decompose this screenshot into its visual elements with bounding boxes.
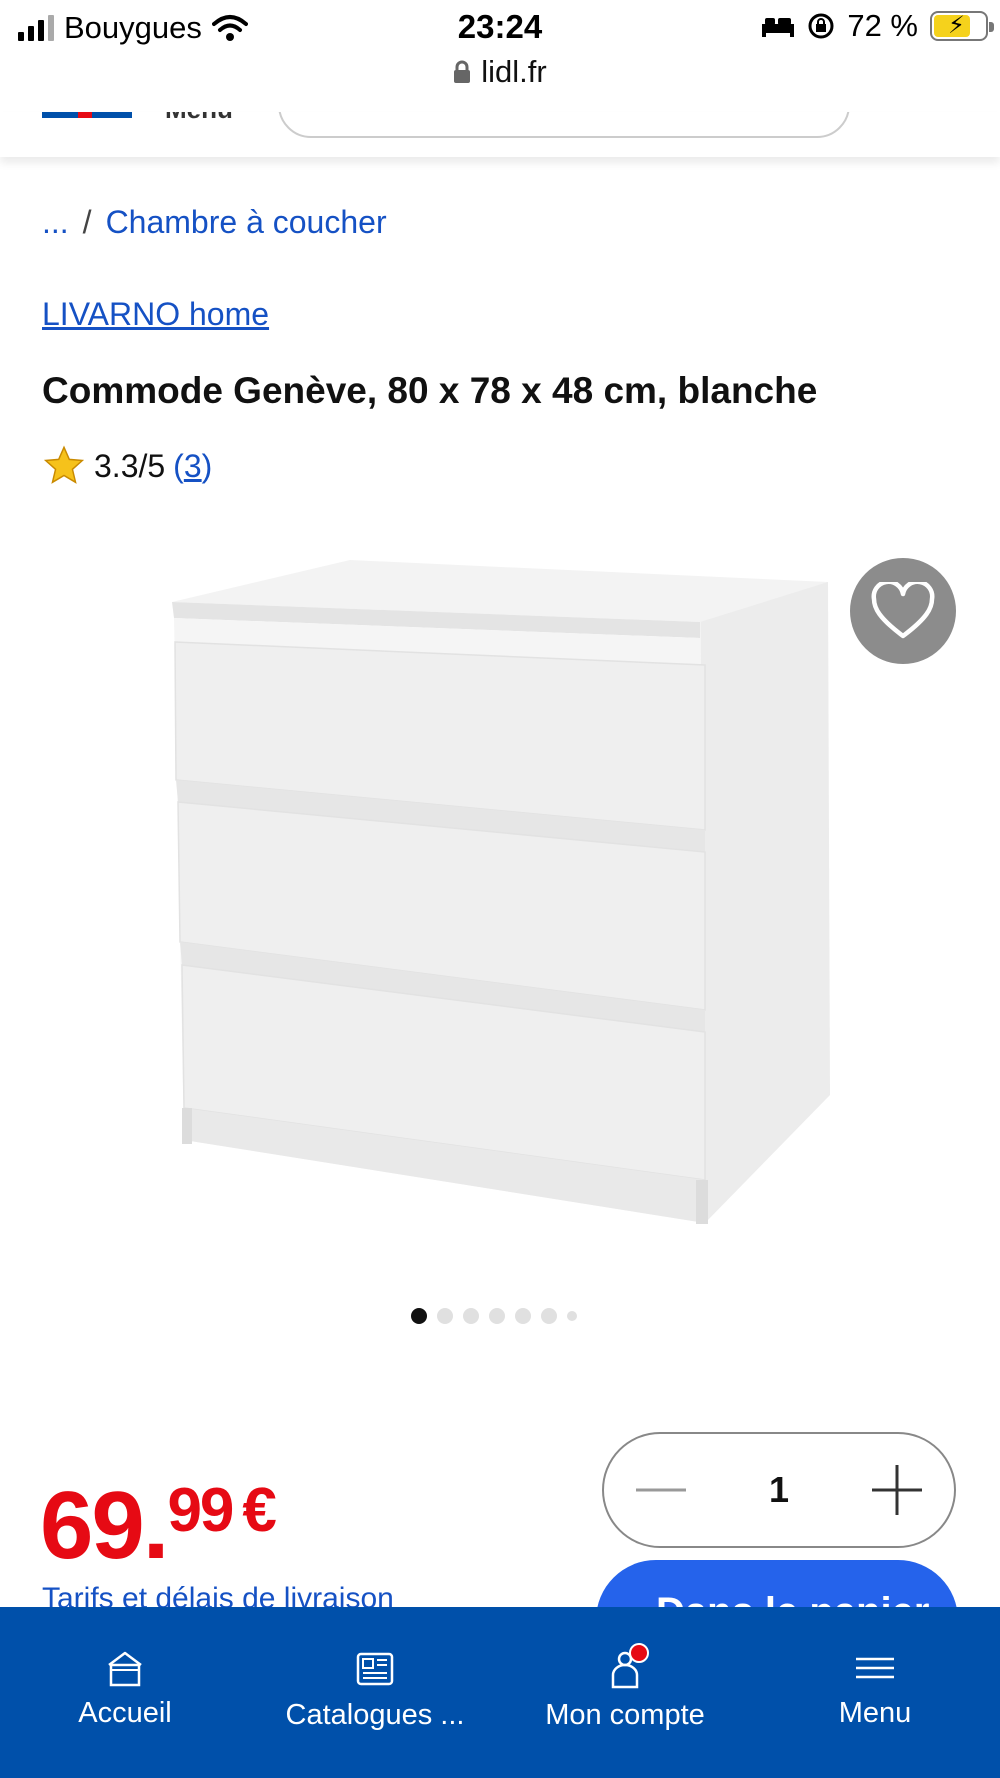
carousel-dot[interactable] bbox=[463, 1308, 479, 1324]
catalog-icon bbox=[356, 1652, 394, 1686]
nav-home[interactable]: Accueil bbox=[0, 1607, 250, 1778]
search-input[interactable] bbox=[278, 112, 850, 138]
nav-home-label: Accueil bbox=[78, 1697, 172, 1729]
lock-icon bbox=[454, 60, 471, 83]
quantity-value[interactable]: 1 bbox=[769, 1469, 789, 1511]
product-image[interactable] bbox=[160, 540, 840, 1240]
lidl-logo[interactable] bbox=[42, 112, 132, 118]
carousel-dot[interactable] bbox=[515, 1308, 531, 1324]
bed-icon bbox=[762, 18, 795, 37]
breadcrumb: ... / Chambre à coucher bbox=[42, 204, 387, 241]
breadcrumb-ellipsis[interactable]: ... bbox=[42, 204, 69, 241]
notification-badge bbox=[629, 1643, 649, 1663]
nav-account-label: Mon compte bbox=[545, 1699, 705, 1731]
home-icon bbox=[108, 1651, 142, 1687]
carousel-dot[interactable] bbox=[489, 1308, 505, 1324]
price-integer: 69. bbox=[40, 1472, 169, 1579]
breadcrumb-current[interactable]: Chambre à coucher bbox=[106, 204, 387, 241]
url-text: lidl.fr bbox=[481, 54, 547, 89]
product-rating: 3.3/5 (3) bbox=[42, 444, 212, 488]
rating-value: 3.3/5 bbox=[94, 447, 166, 484]
nav-account[interactable]: Mon compte bbox=[500, 1607, 750, 1778]
carousel-dot[interactable] bbox=[541, 1308, 557, 1324]
star-icon bbox=[43, 445, 85, 484]
product-title: Commode Genève, 80 x 78 x 48 cm, blanche bbox=[42, 370, 818, 411]
plus-icon[interactable] bbox=[868, 1461, 926, 1519]
carousel-dot[interactable] bbox=[437, 1308, 453, 1324]
address-bar[interactable]: lidl.fr bbox=[0, 54, 1000, 90]
status-right: 72 % ⚡ bbox=[761, 8, 994, 44]
nav-catalogues-label: Catalogues ... bbox=[285, 1699, 465, 1731]
breadcrumb-separator: / bbox=[82, 204, 92, 240]
status-bar: Bouygues 23:24 lidl.fr 72 % ⚡ bbox=[0, 0, 1000, 112]
price-currency: € bbox=[242, 1476, 277, 1545]
quantity-stepper: 1 bbox=[602, 1432, 956, 1548]
product-price: 69. 99 € bbox=[40, 1472, 277, 1579]
heart-icon bbox=[871, 582, 935, 639]
nav-menu[interactable]: Menu bbox=[750, 1607, 1000, 1778]
nav-menu-label: Menu bbox=[838, 1697, 912, 1729]
image-carousel-dots bbox=[411, 1308, 577, 1324]
battery-percent: 72 % bbox=[847, 8, 918, 43]
rating-count-link[interactable]: (3) bbox=[173, 448, 212, 485]
commode-illustration bbox=[172, 560, 830, 1224]
battery-icon: ⚡ bbox=[930, 11, 994, 41]
rotation-lock-icon bbox=[808, 13, 834, 39]
site-header: Menu bbox=[0, 112, 1000, 157]
wishlist-button[interactable] bbox=[850, 558, 956, 664]
minus-icon[interactable] bbox=[632, 1461, 690, 1519]
carousel-dot[interactable] bbox=[567, 1311, 577, 1321]
menu-icon bbox=[856, 1657, 894, 1679]
nav-catalogues[interactable]: Catalogues ... bbox=[250, 1607, 500, 1778]
price-decimals: 99 bbox=[167, 1476, 234, 1545]
header-menu-button[interactable]: Menu bbox=[165, 112, 233, 125]
brand-link[interactable]: LIVARNO home bbox=[42, 296, 269, 333]
carousel-dot[interactable] bbox=[411, 1308, 427, 1324]
bottom-navigation: Accueil Catalogues ... Mon compte Menu bbox=[0, 1607, 1000, 1778]
